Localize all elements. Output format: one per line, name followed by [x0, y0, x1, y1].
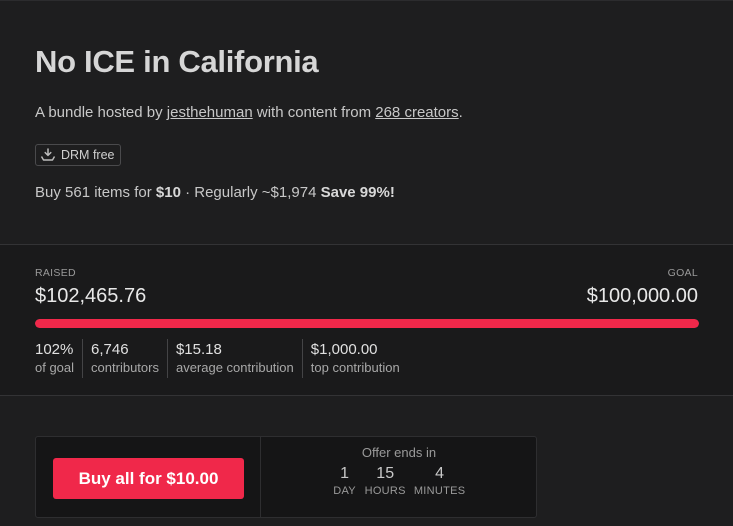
countdown-value: 4 — [435, 465, 445, 482]
metric-contributors: 6,746 contributors — [82, 339, 167, 378]
metric-value: 6,746 — [91, 341, 129, 358]
funding-progress-bar — [35, 319, 699, 328]
offer-summary: Buy 561 items for $10 · Regularly ~$1,97… — [35, 184, 395, 201]
countdown-unit: DAY — [333, 485, 356, 497]
metric-value: $15.18 — [175, 341, 222, 358]
buy-all-button[interactable]: Buy all for $10.00 — [53, 458, 244, 499]
countdown-unit: MINUTES — [413, 485, 466, 497]
offer-savings: Save 99%! — [320, 184, 395, 201]
byline-suffix: . — [458, 104, 463, 121]
funding-progress-fill — [35, 319, 699, 328]
countdown-value: 15 — [376, 465, 395, 482]
offer-prefix: Buy 561 items for — [35, 184, 152, 201]
metric-caption: top contribution — [310, 360, 400, 375]
metric-percent-of-goal: 102% of goal — [35, 339, 82, 378]
host-link[interactable]: jesthehuman — [167, 104, 253, 121]
metric-value: $1,000.00 — [310, 341, 378, 358]
offer-price: $10 — [155, 184, 181, 201]
raised-label: RAISED — [35, 267, 76, 279]
metric-average-contribution: $15.18 average contribution — [166, 339, 302, 378]
countdown-minutes: 4 MINUTES — [414, 464, 466, 498]
offer-regular-price: · Regularly ~$1,974 — [185, 184, 317, 201]
download-icon — [40, 148, 56, 162]
metric-caption: average contribution — [175, 360, 294, 375]
countdown-hours: 15 HOURS — [365, 464, 406, 498]
countdown-unit: HOURS — [364, 485, 406, 497]
bundle-page: No ICE in California A bundle hosted by … — [0, 0, 733, 526]
metric-value: 102% — [35, 341, 74, 358]
drm-free-badge: DRM free — [35, 144, 122, 166]
goal-label: GOAL — [667, 267, 698, 279]
metric-caption: contributors — [91, 360, 159, 375]
bundle-title: No ICE in California — [35, 44, 319, 79]
countdown-value: 1 — [340, 465, 350, 482]
funding-stats: RAISED GOAL $102,465.76 $100,000.00 102%… — [0, 245, 733, 396]
metric-top-contribution: $1,000.00 top contribution — [301, 339, 408, 378]
drm-free-label: DRM free — [61, 148, 115, 162]
raised-amount: $102,465.76 — [35, 285, 147, 307]
creators-link[interactable]: 268 creators — [375, 104, 458, 121]
purchase-box: Buy all for $10.00 Offer ends in 1 DAY 1… — [35, 436, 537, 518]
metric-caption: of goal — [35, 360, 75, 375]
goal-amount: $100,000.00 — [586, 285, 698, 307]
bundle-byline: A bundle hosted by jesthehuman with cont… — [35, 104, 463, 121]
countdown-title: Offer ends in — [361, 445, 437, 460]
byline-middle: with content from — [256, 104, 372, 121]
offer-countdown: Offer ends in 1 DAY 15 HOURS 4 MINUTES — [261, 445, 537, 498]
funding-metrics: 102% of goal 6,746 contributors $15.18 a… — [35, 339, 408, 378]
byline-prefix: A bundle hosted by — [35, 104, 163, 121]
countdown-units: 1 DAY 15 HOURS 4 MINUTES — [261, 464, 537, 498]
bundle-header: No ICE in California A bundle hosted by … — [0, 0, 733, 245]
countdown-days: 1 DAY — [333, 464, 357, 498]
